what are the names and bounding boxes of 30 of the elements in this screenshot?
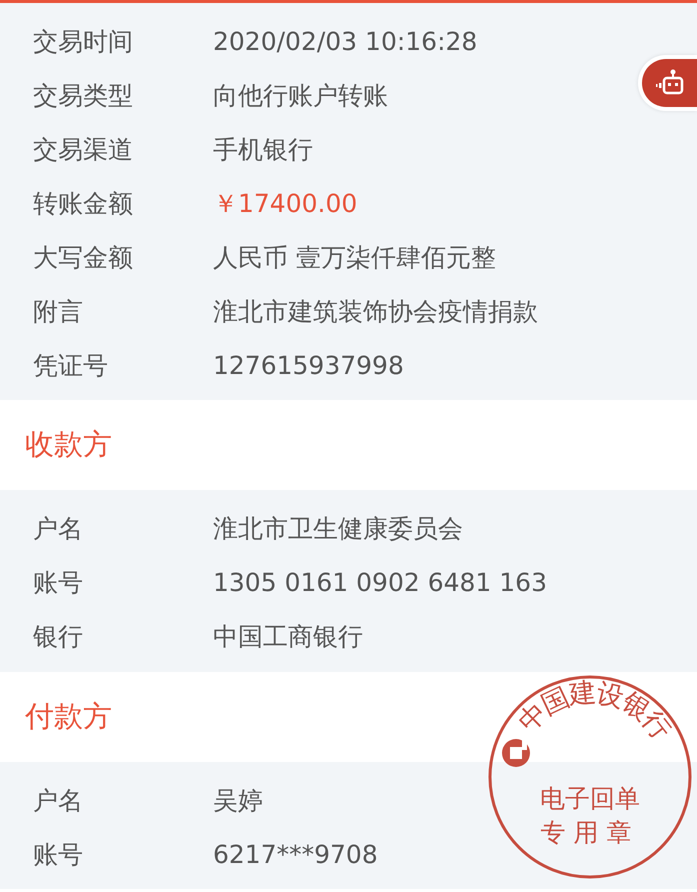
field-value: 中国工商银行 <box>213 620 363 652</box>
field-label: 交易类型 <box>32 80 134 112</box>
field-value: 手机银行 <box>213 134 313 166</box>
section-title: 收款方 <box>25 426 112 463</box>
field-label: 附言 <box>32 296 84 328</box>
amount-value: ￥17400.00 <box>213 188 358 220</box>
field-label: 账号 <box>32 566 84 598</box>
field-label: 户名 <box>32 784 84 816</box>
field-value: 127615937998 <box>213 350 404 380</box>
field-label: 交易渠道 <box>32 134 134 166</box>
field-label: 大写金额 <box>32 242 134 274</box>
stamp-text: 电子回单 <box>540 784 640 813</box>
field-value: 吴婷 <box>213 784 263 816</box>
stamp-arc-text: 中国建设银行 <box>512 677 677 746</box>
field-value: 淮北市卫生健康委员会 <box>213 512 463 544</box>
field-label: 银行 <box>32 620 84 652</box>
field-label: 交易时间 <box>32 26 134 58</box>
field-value: 6217***9708 <box>213 840 378 868</box>
field-label: 转账金额 <box>32 188 134 220</box>
field-value: 淮北市建筑装饰协会疫情捐款 <box>213 296 538 328</box>
assistant-button[interactable] <box>638 55 697 111</box>
field-value: 人民币 壹万柒仟肆佰元整 <box>213 242 496 274</box>
field-value: 2020/02/03 10:16:28 <box>213 26 478 56</box>
stamp-text: 专用章 <box>540 818 640 847</box>
field-label: 凭证号 <box>32 350 109 382</box>
field-label: 账号 <box>32 838 84 870</box>
field-value: 1305 0161 0902 6481 163 <box>213 568 547 596</box>
section-title: 付款方 <box>25 698 112 735</box>
field-value: 向他行账户转账 <box>213 80 388 112</box>
field-label: 户名 <box>32 512 84 544</box>
